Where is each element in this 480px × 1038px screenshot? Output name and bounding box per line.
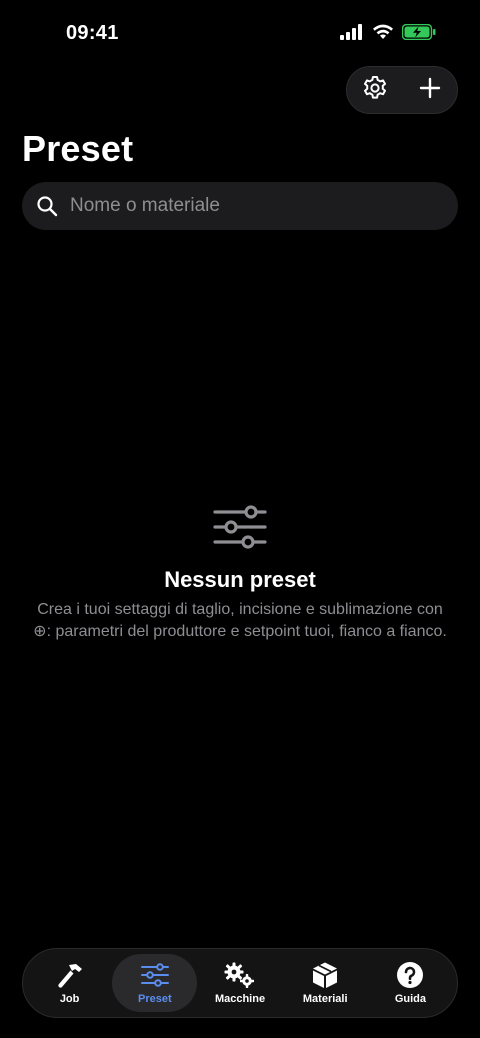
empty-state-description: Crea i tuoi settaggi di taglio, incision…: [33, 601, 447, 640]
tab-bar: Job Preset Macchine Materiali Guida: [22, 948, 458, 1018]
tab-label: Macchine: [214, 993, 266, 1005]
search-icon: [36, 195, 58, 217]
tab-label: Preset: [137, 993, 172, 1005]
gear-icon: [362, 75, 388, 106]
hammer-icon: [54, 961, 86, 989]
add-preset-button[interactable]: [408, 68, 452, 112]
tab-label: Job: [59, 993, 80, 1005]
page-title: Preset: [22, 128, 134, 169]
tab-guida[interactable]: Guida: [368, 954, 453, 1012]
empty-state: Nessun preset Crea i tuoi settaggi di ta…: [30, 505, 450, 643]
settings-button[interactable]: [353, 68, 397, 112]
tab-macchine[interactable]: Macchine: [197, 954, 282, 1012]
search-bar[interactable]: [22, 182, 458, 230]
box-icon: [311, 961, 339, 989]
tab-preset[interactable]: Preset: [112, 954, 198, 1012]
status-icons: [340, 23, 436, 45]
tab-job[interactable]: Job: [27, 954, 112, 1012]
tab-label: Guida: [394, 993, 426, 1005]
top-actions: [346, 66, 458, 114]
sliders-icon: [140, 961, 169, 989]
cellular-signal-icon: [340, 24, 364, 45]
gears-icon: [222, 961, 258, 989]
search-input[interactable]: [68, 194, 432, 218]
tab-label: Materiali: [302, 993, 348, 1005]
battery-charging-icon: [401, 23, 436, 45]
status-bar: 09:41: [0, 0, 480, 66]
empty-state-title: Nessun preset: [164, 567, 316, 592]
wifi-icon: [372, 24, 394, 45]
sliders-icon: [30, 505, 450, 549]
status-time: 09:41: [66, 22, 119, 44]
help-icon: [396, 961, 424, 989]
tab-materiali[interactable]: Materiali: [283, 954, 368, 1012]
plus-icon: [418, 76, 442, 105]
